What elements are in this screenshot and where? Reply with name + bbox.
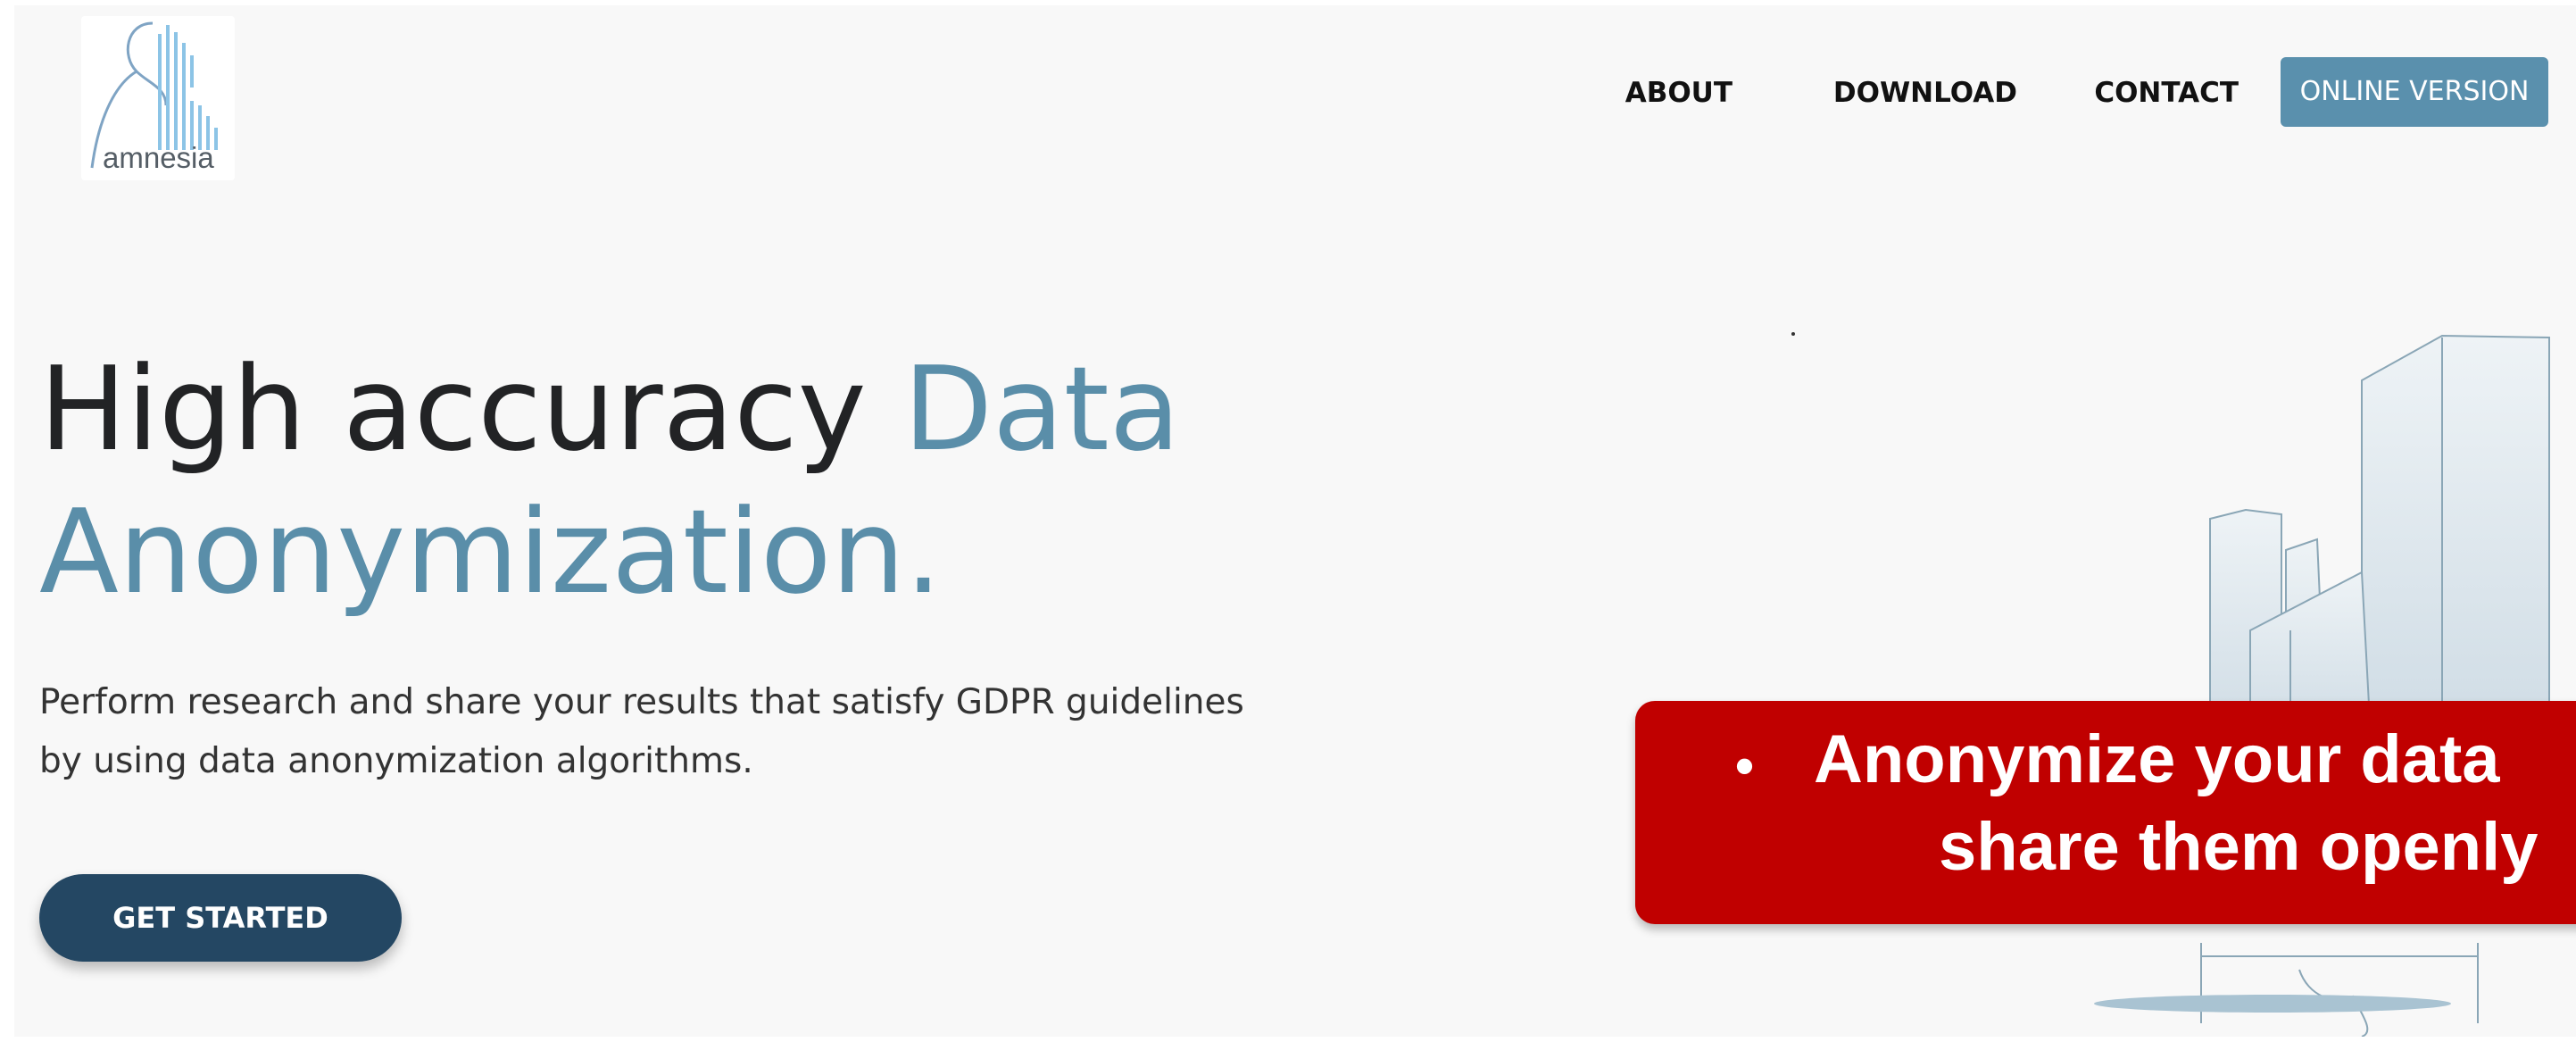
city-buildings-illustration <box>2094 334 2550 1037</box>
promo-banner: • Anonymize your data share them openly <box>1635 701 2576 924</box>
get-started-button[interactable]: GET STARTED <box>39 874 402 962</box>
banner-line-2: share them openly <box>1939 809 2539 885</box>
online-version-button[interactable]: ONLINE VERSION <box>2281 57 2548 127</box>
amnesia-logo[interactable]: amnesia <box>81 16 235 180</box>
nav-download-link[interactable]: DOWNLOAD <box>1833 77 2017 109</box>
banner-line-1: Anonymize your data <box>1814 721 2500 797</box>
nav-contact-link[interactable]: CONTACT <box>2094 77 2239 109</box>
nav-about-link[interactable]: ABOUT <box>1625 77 1733 109</box>
logo-text: amnesia <box>103 141 214 174</box>
decorative-dot <box>1791 332 1795 336</box>
hero-subtitle-line2: by using data anonymization algorithms. <box>39 741 753 781</box>
hero-title-accent-1: Data <box>902 341 1181 477</box>
hero-title-part1: High accuracy <box>39 341 903 477</box>
hero-title-accent-2: Anonymization. <box>39 484 943 620</box>
hero-subtitle-line1: Perform research and share your results … <box>39 682 1244 722</box>
hero-title: High accuracy Data Anonymization. <box>39 338 1289 623</box>
banner-bullet: • <box>1735 736 1755 796</box>
hero-subtitle: Perform research and share your results … <box>39 673 1307 791</box>
page: amnesia ABOUT DOWNLOAD CONTACT ONLINE VE… <box>14 5 2576 1037</box>
